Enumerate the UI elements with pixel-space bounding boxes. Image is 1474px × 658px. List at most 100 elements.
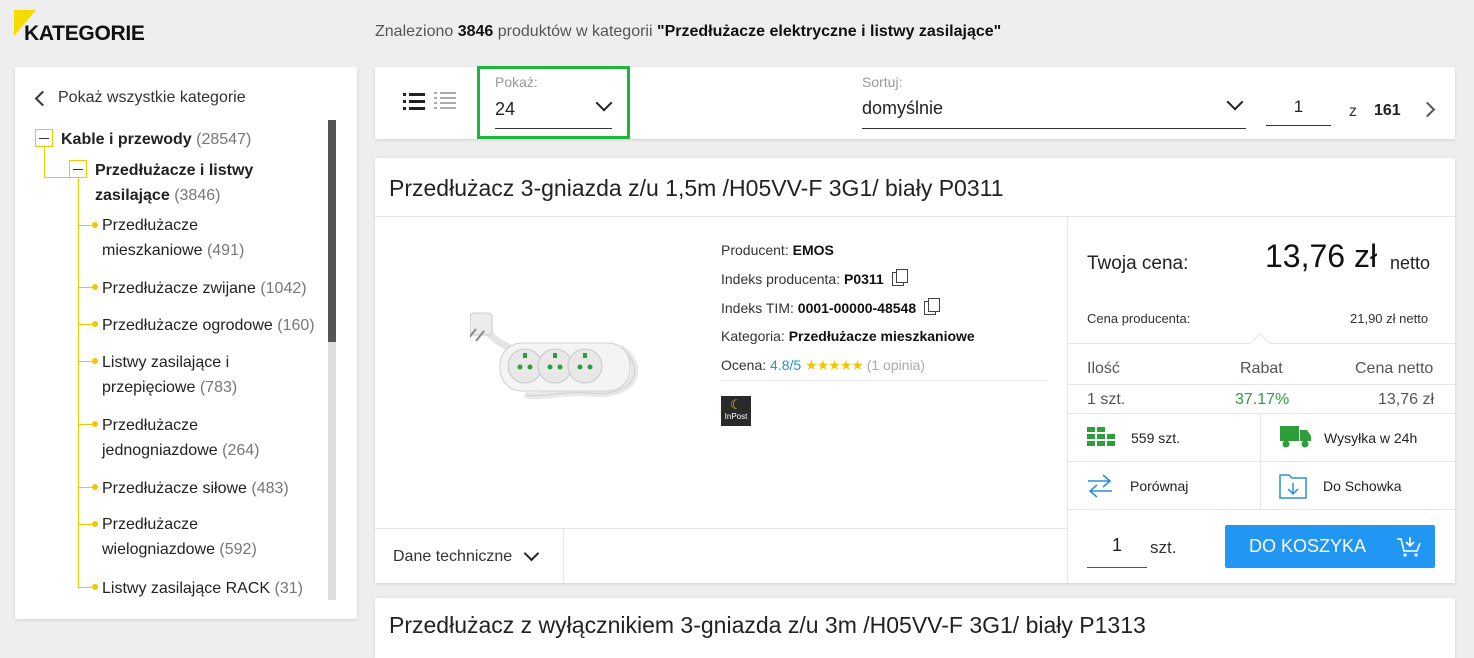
tree-child-label: Przedłużacze ogrodowe xyxy=(102,317,273,334)
your-price-label: Twoja cena: xyxy=(1087,253,1189,274)
add-to-cart-label: DO KOSZYKA xyxy=(1249,536,1367,556)
tree-root-count: (28547) xyxy=(196,131,252,148)
tree-parent-name-line1: Przedłużacze i listwy xyxy=(95,162,254,179)
bullet-icon xyxy=(92,321,98,327)
divider xyxy=(1260,413,1261,461)
tree-root-item[interactable]: Kable i przewody (28547) xyxy=(61,127,251,152)
compact-list-view-icon[interactable] xyxy=(434,92,456,112)
net-price-header: Cena netto xyxy=(1355,360,1434,377)
category-label: Kategoria: xyxy=(721,328,785,344)
bullet-icon xyxy=(92,521,98,527)
technical-data-toggle[interactable]: Dane techniczne xyxy=(393,545,540,566)
tree-parent-name-line2: zasilające xyxy=(95,187,170,204)
tree-child-label: Przedłużacze xyxy=(102,217,199,234)
results-category: "Przedłużacze elektryczne i listwy zasil… xyxy=(656,23,1002,40)
bullet-icon xyxy=(92,421,98,427)
bullet-icon xyxy=(92,484,98,490)
tree-child-label: Przedłużacze siłowe xyxy=(102,480,247,497)
categories-title-text: KATEGORIE xyxy=(24,22,145,45)
tree-child-count: (31) xyxy=(274,580,303,597)
copy-icon[interactable] xyxy=(924,298,941,315)
copy-icon[interactable] xyxy=(891,269,908,286)
cart-add-icon xyxy=(1397,536,1421,557)
discount-header: Rabat xyxy=(1240,360,1283,377)
page-number-input[interactable]: 1 xyxy=(1266,97,1331,117)
tree-child-label: Przedłużacze zwijane xyxy=(102,280,256,297)
add-to-cart-button[interactable]: DO KOSZYKA xyxy=(1225,525,1435,568)
tree-child-count: (483) xyxy=(251,480,289,497)
tree-child-label: Listwy zasilające RACK xyxy=(102,580,271,597)
list-view-icon[interactable] xyxy=(403,92,425,112)
field-underline xyxy=(495,128,612,129)
next-page-icon[interactable] xyxy=(1419,101,1436,118)
tree-child-label-line2: jednogniazdowe xyxy=(102,442,218,459)
results-middle: produktów w kategorii xyxy=(497,23,653,40)
your-price-suffix: netto xyxy=(1390,253,1431,273)
tim-index-value: 0001-00000-48548 xyxy=(797,300,917,316)
product-title[interactable]: Przedłużacz 3-gniazda z/u 1,5m /H05VV-F … xyxy=(389,175,1004,202)
tree-child-item[interactable]: Przedłużacze jednogniazdowe (264) xyxy=(102,413,259,463)
product-title[interactable]: Przedłużacz z wyłącznikiem 3-gniazda z/u… xyxy=(389,612,1146,639)
product-image[interactable] xyxy=(470,303,645,408)
results-count: 3846 xyxy=(457,23,494,40)
page-of-label: z xyxy=(1349,103,1357,120)
bullet-icon xyxy=(92,284,98,290)
tree-parent-item[interactable]: Przedłużacze i listwy zasilające (3846) xyxy=(95,158,253,208)
divider xyxy=(1067,384,1455,385)
pointer-icon xyxy=(1250,333,1270,353)
star-rating-icon: ★★★★★ xyxy=(805,357,864,373)
tree-child-label: Listwy zasilające i xyxy=(102,354,230,371)
tree-root-name: Kable i przewody xyxy=(61,131,192,148)
tree-child-count: (264) xyxy=(222,442,260,459)
divider xyxy=(563,528,564,583)
rating-row: Ocena: 4.8/5 ★★★★★ (1 opinia) xyxy=(721,357,925,374)
producer-price-value: 21,90 zł netto xyxy=(1350,311,1429,326)
bullet-icon xyxy=(92,584,98,590)
tree-line xyxy=(78,178,79,588)
product-card: Przedłużacz 3-gniazda z/u 1,5m /H05VV-F … xyxy=(375,158,1455,583)
category-value[interactable]: Przedłużacze mieszkaniowe xyxy=(789,328,975,344)
divider xyxy=(375,528,1067,529)
folder-download-icon xyxy=(1279,474,1307,499)
field-underline xyxy=(1087,567,1147,568)
tree-parent-count: (3846) xyxy=(174,187,221,204)
quantity-input[interactable]: 1 xyxy=(1087,535,1147,556)
divider xyxy=(1067,413,1455,414)
sidebar-scrollbar[interactable] xyxy=(328,120,336,600)
divider xyxy=(375,216,1455,217)
producer-row: Producent: EMOS xyxy=(721,242,834,258)
producer-value[interactable]: EMOS xyxy=(793,242,834,258)
tree-child-item[interactable]: Przedłużacze zwijane (1042) xyxy=(102,276,307,301)
stock-icon xyxy=(1087,427,1115,446)
collapse-root-icon[interactable] xyxy=(35,129,53,147)
producer-index-label: Indeks producenta: xyxy=(721,271,841,287)
divider xyxy=(1067,461,1455,462)
tree-child-item[interactable]: Przedłużacze wielogniazdowe (592) xyxy=(102,512,257,562)
producer-label: Producent: xyxy=(721,242,789,258)
shipping-label: Wysyłka w 24h xyxy=(1324,430,1418,446)
chevron-down-icon xyxy=(523,545,540,561)
sidebar-scroll-thumb[interactable] xyxy=(328,120,336,342)
opinions-link[interactable]: (1 opinia) xyxy=(867,357,925,373)
tree-child-item[interactable]: Przedłużacze siłowe (483) xyxy=(102,476,289,501)
tim-index-label: Indeks TIM: xyxy=(721,300,794,316)
clipboard-label: Do Schowka xyxy=(1323,478,1402,494)
category-row: Kategoria: Przedłużacze mieszkaniowe xyxy=(721,328,975,344)
tree-child-item[interactable]: Przedłużacze mieszkaniowe (491) xyxy=(102,213,244,263)
compare-label: Porównaj xyxy=(1130,478,1189,494)
producer-index-value: P0311 xyxy=(843,271,884,287)
field-underline xyxy=(862,128,1246,129)
collapse-parent-icon[interactable] xyxy=(69,160,87,178)
tree-child-count: (783) xyxy=(199,379,238,396)
items-per-page-label: Pokaż: xyxy=(495,74,538,90)
compare-icon xyxy=(1088,474,1112,498)
tree-child-item[interactable]: Przedłużacze ogrodowe (160) xyxy=(102,313,315,338)
items-per-page-select[interactable]: Pokaż: 24 xyxy=(477,66,630,139)
net-price-cell: 13,76 zł xyxy=(1378,391,1435,408)
tree-child-item[interactable]: Listwy zasilające i przepięciowe (783) xyxy=(102,350,237,400)
discount-cell: 37.17% xyxy=(1235,391,1290,408)
divider xyxy=(1067,216,1068,583)
field-underline xyxy=(1266,125,1331,126)
tree-child-item[interactable]: Listwy zasilające RACK (31) xyxy=(102,576,303,601)
sort-label: Sortuj: xyxy=(862,74,903,90)
